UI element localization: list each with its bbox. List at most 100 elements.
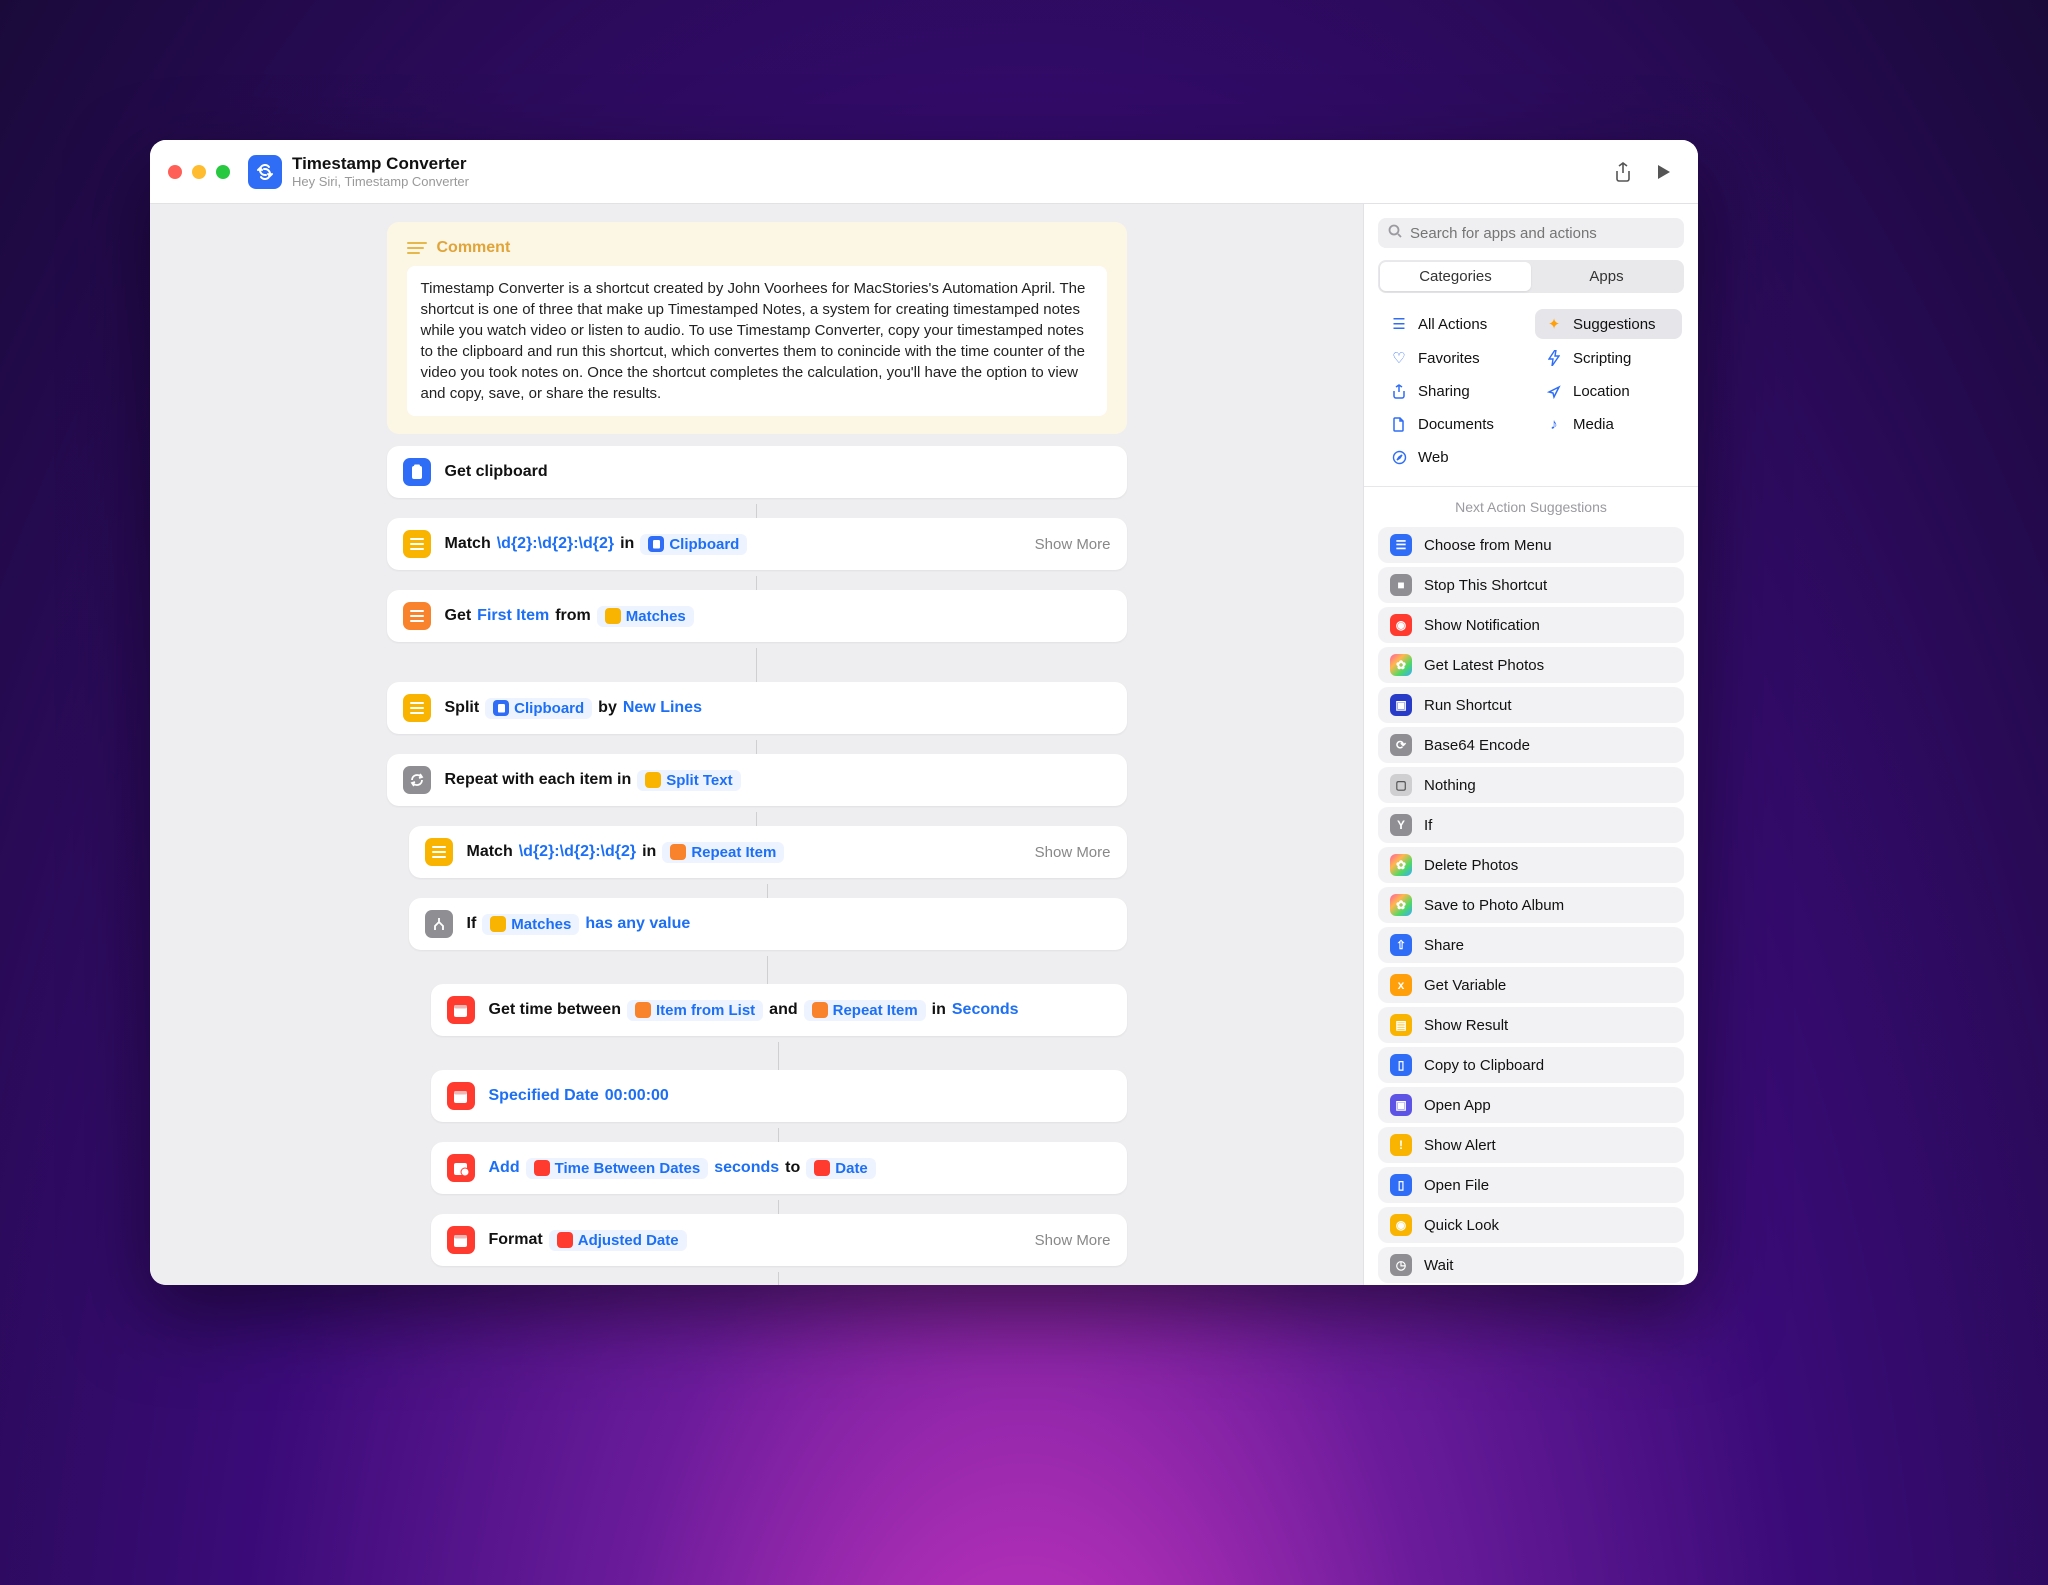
cat-favorites[interactable]: ♡Favorites bbox=[1380, 343, 1527, 373]
time-between-variable[interactable]: Time Between Dates bbox=[526, 1158, 709, 1179]
action-add-time[interactable]: Add Time Between Dates seconds to Date bbox=[431, 1142, 1127, 1194]
sugg-share[interactable]: ⇧Share bbox=[1378, 927, 1684, 963]
sugg-open-app[interactable]: ▣Open App bbox=[1378, 1087, 1684, 1123]
window-subtitle: Hey Siri, Timestamp Converter bbox=[292, 174, 469, 190]
sugg-copy-clipboard[interactable]: ▯Copy to Clipboard bbox=[1378, 1047, 1684, 1083]
action-specified-date[interactable]: Specified Date 00:00:00 bbox=[431, 1070, 1127, 1122]
search-field[interactable] bbox=[1378, 218, 1684, 248]
action-time-between[interactable]: Get time between Item from List and Repe… bbox=[431, 984, 1127, 1036]
action-get-item[interactable]: Get First Item from Matches bbox=[387, 590, 1127, 642]
action-split[interactable]: Split Clipboard by New Lines bbox=[387, 682, 1127, 734]
music-icon: ♪ bbox=[1545, 416, 1563, 433]
sugg-quick-look[interactable]: ◉Quick Look bbox=[1378, 1207, 1684, 1243]
share-button[interactable] bbox=[1606, 155, 1640, 189]
window-title: Timestamp Converter bbox=[292, 154, 469, 174]
clipboard-variable[interactable]: Clipboard bbox=[640, 534, 747, 555]
shortcuts-icon: ▣ bbox=[1390, 694, 1412, 716]
show-more-button[interactable]: Show More bbox=[1035, 844, 1111, 861]
split-text-variable[interactable]: Split Text bbox=[637, 770, 740, 791]
cat-suggestions[interactable]: ✦Suggestions bbox=[1535, 309, 1682, 339]
repeat-icon bbox=[403, 766, 431, 794]
item-from-list-variable[interactable]: Item from List bbox=[627, 1000, 763, 1021]
sugg-choose-from-menu[interactable]: ☰Choose from Menu bbox=[1378, 527, 1684, 563]
calendar-icon bbox=[447, 1082, 475, 1110]
repeat-item-variable[interactable]: Repeat Item bbox=[804, 1000, 926, 1021]
app-icon: ▣ bbox=[1390, 1094, 1412, 1116]
sugg-show-result[interactable]: ▤Show Result bbox=[1378, 1007, 1684, 1043]
action-match-2[interactable]: Match \d{2}:\d{2}:\d{2} in Repeat Item S… bbox=[409, 826, 1127, 878]
clipboard-variable[interactable]: Clipboard bbox=[485, 698, 592, 719]
action-format-date[interactable]: Format Adjusted Date Show More bbox=[431, 1214, 1127, 1266]
cat-documents[interactable]: Documents bbox=[1380, 410, 1527, 439]
sugg-get-photos[interactable]: ✿Get Latest Photos bbox=[1378, 647, 1684, 683]
clipboard-icon: ▯ bbox=[1390, 1054, 1412, 1076]
sugg-delete-photos[interactable]: ✿Delete Photos bbox=[1378, 847, 1684, 883]
cat-media[interactable]: ♪Media bbox=[1535, 410, 1682, 439]
condition-token[interactable]: has any value bbox=[585, 915, 690, 933]
heart-icon: ♡ bbox=[1390, 349, 1408, 367]
date-variable[interactable]: Date bbox=[806, 1158, 876, 1179]
sugg-stop-shortcut[interactable]: ■Stop This Shortcut bbox=[1378, 567, 1684, 603]
action-match-1[interactable]: Match \d{2}:\d{2}:\d{2} in Clipboard Sho… bbox=[387, 518, 1127, 570]
suggestions-header: Next Action Suggestions bbox=[1364, 487, 1698, 527]
show-more-button[interactable]: Show More bbox=[1035, 1232, 1111, 1249]
action-get-clipboard[interactable]: Get clipboard bbox=[387, 446, 1127, 498]
show-more-button[interactable]: Show More bbox=[1035, 536, 1111, 553]
category-grid: ☰All Actions ✦Suggestions ♡Favorites Scr… bbox=[1364, 307, 1698, 486]
share-icon: ⇧ bbox=[1390, 934, 1412, 956]
cat-all-actions[interactable]: ☰All Actions bbox=[1380, 309, 1527, 339]
cat-scripting[interactable]: Scripting bbox=[1535, 343, 1682, 373]
zoom-window-button[interactable] bbox=[216, 165, 230, 179]
actions-editor[interactable]: Comment Timestamp Converter is a shortcu… bbox=[150, 204, 1363, 1285]
calendar-icon bbox=[447, 996, 475, 1024]
cat-sharing[interactable]: Sharing bbox=[1380, 377, 1527, 406]
comment-block[interactable]: Comment Timestamp Converter is a shortcu… bbox=[387, 222, 1127, 434]
app-window: Timestamp Converter Hey Siri, Timestamp … bbox=[150, 140, 1698, 1285]
photos-icon: ✿ bbox=[1390, 894, 1412, 916]
sugg-save-photo[interactable]: ✿Save to Photo Album bbox=[1378, 887, 1684, 923]
matches-variable[interactable]: Matches bbox=[482, 914, 579, 935]
specified-date-token[interactable]: Specified Date bbox=[489, 1087, 599, 1105]
comment-body[interactable]: Timestamp Converter is a shortcut create… bbox=[407, 266, 1107, 416]
first-item-token[interactable]: First Item bbox=[477, 607, 549, 625]
search-icon bbox=[1388, 224, 1402, 242]
text-icon bbox=[403, 694, 431, 722]
sugg-wait[interactable]: ◷Wait bbox=[1378, 1247, 1684, 1283]
repeat-item-variable[interactable]: Repeat Item bbox=[662, 842, 784, 863]
search-input[interactable] bbox=[1410, 225, 1674, 242]
tab-categories[interactable]: Categories bbox=[1380, 262, 1531, 291]
calendar-clock-icon bbox=[447, 1154, 475, 1182]
tab-apps[interactable]: Apps bbox=[1531, 262, 1682, 291]
close-window-button[interactable] bbox=[168, 165, 182, 179]
seconds-token[interactable]: Seconds bbox=[952, 1001, 1019, 1019]
text-icon bbox=[425, 838, 453, 866]
date-value-token[interactable]: 00:00:00 bbox=[605, 1087, 669, 1105]
run-button[interactable] bbox=[1646, 155, 1680, 189]
adjusted-date-variable[interactable]: Adjusted Date bbox=[549, 1230, 687, 1251]
cat-web[interactable]: Web bbox=[1380, 443, 1527, 472]
sugg-show-notification[interactable]: ◉Show Notification bbox=[1378, 607, 1684, 643]
sugg-base64[interactable]: ⟳Base64 Encode bbox=[1378, 727, 1684, 763]
bolt-icon bbox=[1545, 350, 1563, 366]
sugg-if[interactable]: YIf bbox=[1378, 807, 1684, 843]
minimize-window-button[interactable] bbox=[192, 165, 206, 179]
location-icon bbox=[1545, 385, 1563, 399]
library-tabs[interactable]: Categories Apps bbox=[1378, 260, 1684, 293]
photos-icon: ✿ bbox=[1390, 854, 1412, 876]
suggestions-list[interactable]: ☰Choose from Menu ■Stop This Shortcut ◉S… bbox=[1364, 527, 1698, 1285]
library-sidebar: Categories Apps ☰All Actions ✦Suggestion… bbox=[1363, 204, 1698, 1285]
shortcut-icon bbox=[248, 155, 282, 189]
matches-variable[interactable]: Matches bbox=[597, 606, 694, 627]
action-if[interactable]: If Matches has any value bbox=[409, 898, 1127, 950]
sugg-nothing[interactable]: ▢Nothing bbox=[1378, 767, 1684, 803]
newlines-token[interactable]: New Lines bbox=[623, 699, 702, 717]
cat-location[interactable]: Location bbox=[1535, 377, 1682, 406]
sugg-get-variable[interactable]: xGet Variable bbox=[1378, 967, 1684, 1003]
branch-icon: Y bbox=[1390, 814, 1412, 836]
regex-token[interactable]: \d{2}:\d{2}:\d{2} bbox=[497, 535, 614, 553]
share-icon bbox=[1390, 384, 1408, 399]
sugg-show-alert[interactable]: !Show Alert bbox=[1378, 1127, 1684, 1163]
sugg-run-shortcut[interactable]: ▣Run Shortcut bbox=[1378, 687, 1684, 723]
sugg-open-file[interactable]: ▯Open File bbox=[1378, 1167, 1684, 1203]
action-repeat[interactable]: Repeat with each item in Split Text bbox=[387, 754, 1127, 806]
